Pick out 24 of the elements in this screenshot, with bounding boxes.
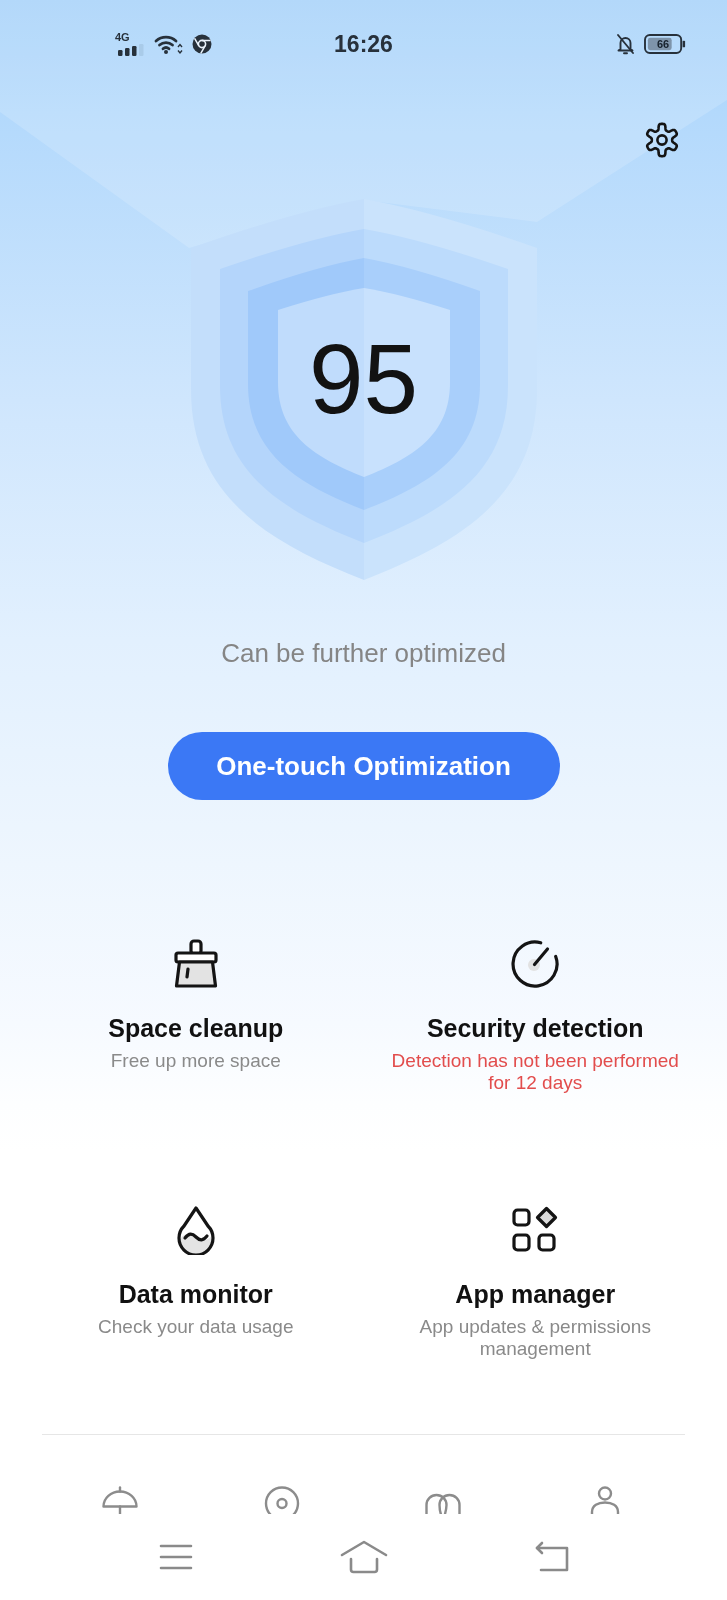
status-message: Can be further optimized <box>221 637 506 669</box>
feature-description: App updates & permissions management <box>418 1316 652 1360</box>
circle-emblem-icon <box>192 34 212 54</box>
feature-description: Free up more space <box>110 1050 281 1072</box>
home-icon[interactable] <box>339 1540 388 1574</box>
dome-icon[interactable] <box>99 1486 140 1514</box>
network-type-label: 4G <box>115 32 130 43</box>
clock-time: 16:26 <box>334 30 393 58</box>
optimize-button[interactable]: One-touch Optimization <box>167 732 560 800</box>
feature-description: Detection has not been performed for 12 days <box>390 1050 680 1094</box>
score-value: 95 <box>309 330 418 428</box>
battery-level: 66 <box>657 37 670 51</box>
feature-title[interactable]: Space cleanup <box>108 1013 284 1043</box>
bell-off-icon <box>616 33 635 55</box>
feature-title[interactable]: Security detection <box>426 1013 644 1043</box>
gauge-icon[interactable] <box>510 939 561 989</box>
signal-icon <box>118 44 145 56</box>
wifi-icon <box>154 33 183 55</box>
feature-description: Check your data usage <box>98 1316 294 1338</box>
feature-title[interactable]: App manager <box>455 1279 616 1309</box>
settings-icon[interactable] <box>644 122 680 158</box>
feature-title[interactable]: Data monitor <box>118 1279 273 1309</box>
battery-icon <box>644 34 686 54</box>
menu-icon[interactable] <box>158 1543 193 1571</box>
